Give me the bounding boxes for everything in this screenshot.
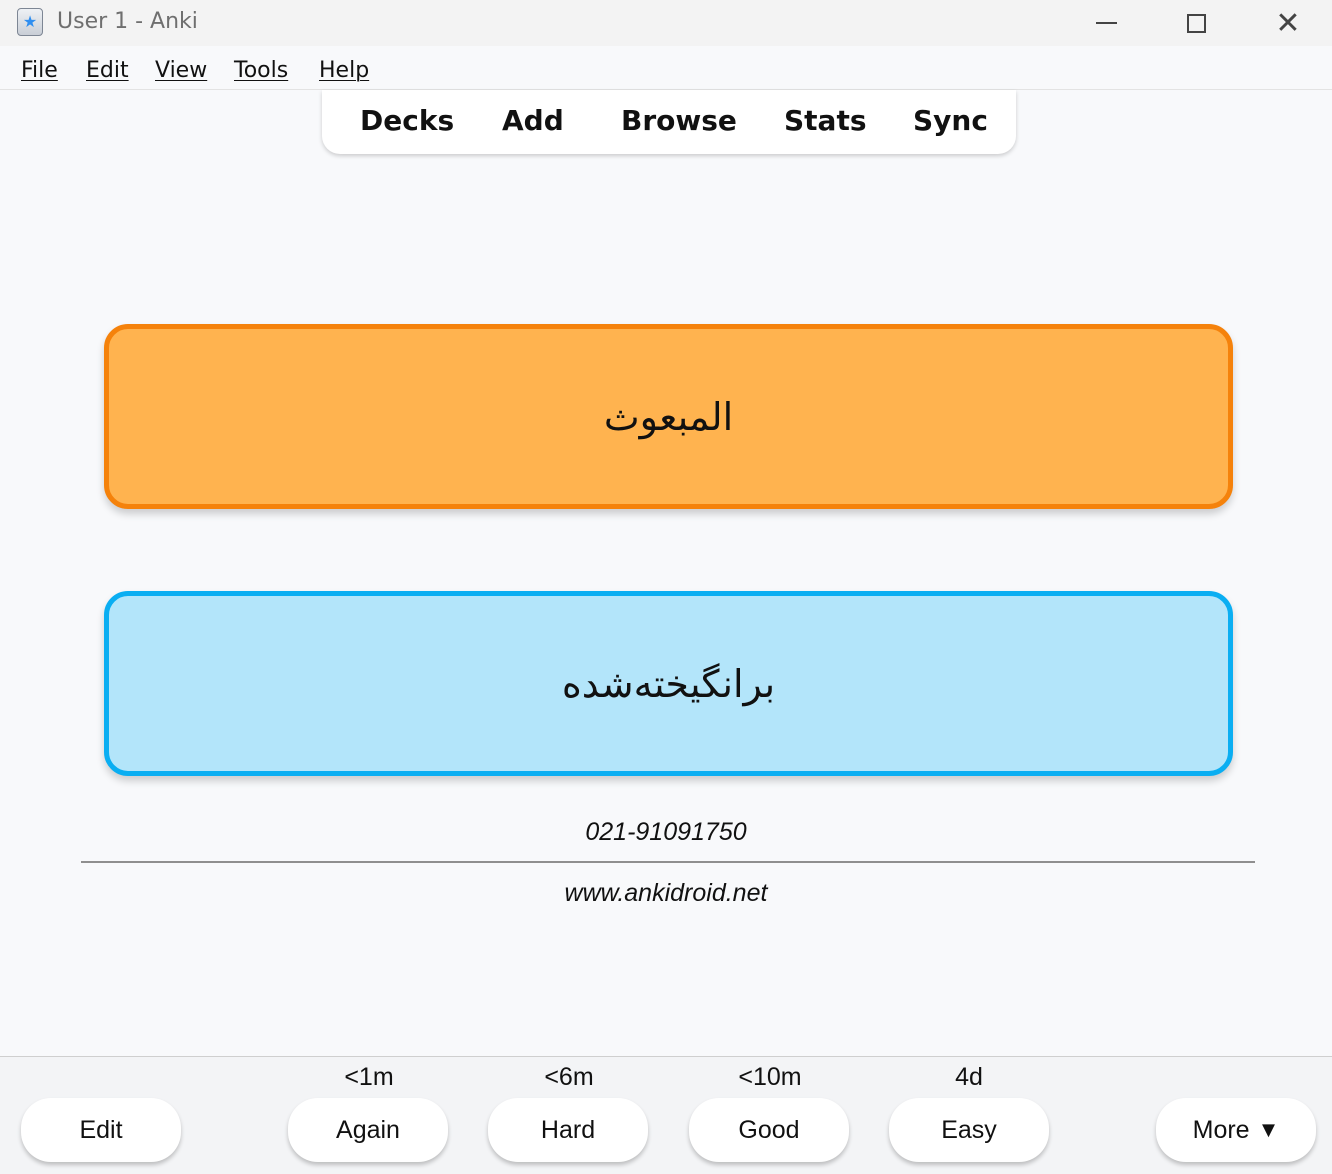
menu-tools[interactable]: Tools xyxy=(234,58,288,83)
again-button-label: Again xyxy=(336,1115,400,1144)
card-back-text: برانگیخته‌شده xyxy=(561,661,776,706)
menu-view[interactable]: View xyxy=(155,58,207,83)
divider xyxy=(81,861,1255,863)
answer-bar xyxy=(0,1056,1332,1174)
website-text: www.ankidroid.net xyxy=(564,879,768,907)
more-button[interactable]: More ▼ xyxy=(1156,1098,1316,1162)
minimize-icon[interactable] xyxy=(1062,0,1150,46)
easy-button-label: Easy xyxy=(941,1115,997,1144)
edit-button[interactable]: Edit xyxy=(21,1098,181,1162)
good-button[interactable]: Good xyxy=(689,1098,849,1162)
close-icon[interactable]: ✕ xyxy=(1244,0,1332,46)
easy-button[interactable]: Easy xyxy=(889,1098,1049,1162)
menu-help[interactable]: Help xyxy=(319,58,369,83)
phone-number: 021-91091750 xyxy=(585,818,747,846)
window-title: User 1 - Anki xyxy=(57,9,198,34)
main-toolbar: Decks Add Browse Stats Sync xyxy=(322,90,1016,154)
edit-button-label: Edit xyxy=(79,1115,123,1144)
hard-button[interactable]: Hard xyxy=(488,1098,648,1162)
star-icon: ★ xyxy=(17,8,43,36)
add-button[interactable]: Add xyxy=(502,104,564,137)
menu-edit[interactable]: Edit xyxy=(86,58,129,83)
card-front: المبعوث xyxy=(104,324,1233,509)
good-interval: <10m xyxy=(738,1063,802,1091)
hard-button-label: Hard xyxy=(540,1115,596,1144)
sync-button[interactable]: Sync xyxy=(913,104,988,137)
menu-file[interactable]: File xyxy=(21,58,58,83)
browse-button[interactable]: Browse xyxy=(621,104,737,137)
again-interval: <1m xyxy=(344,1063,394,1091)
triangle-down-icon: ▼ xyxy=(1257,1117,1280,1142)
card-front-text: المبعوث xyxy=(603,394,734,439)
good-button-label: Good xyxy=(738,1115,800,1144)
stats-button[interactable]: Stats xyxy=(784,104,867,137)
title-bar: ★ User 1 - Anki ✕ xyxy=(0,0,1332,46)
again-button[interactable]: Again xyxy=(288,1098,448,1162)
maximize-icon[interactable] xyxy=(1152,0,1240,46)
menu-bar: File Edit View Tools Help xyxy=(0,50,1332,90)
easy-interval: 4d xyxy=(955,1063,983,1091)
card-back: برانگیخته‌شده xyxy=(104,591,1233,776)
more-button-label: More xyxy=(1192,1115,1250,1144)
decks-button[interactable]: Decks xyxy=(360,104,454,137)
hard-interval: <6m xyxy=(544,1063,594,1091)
